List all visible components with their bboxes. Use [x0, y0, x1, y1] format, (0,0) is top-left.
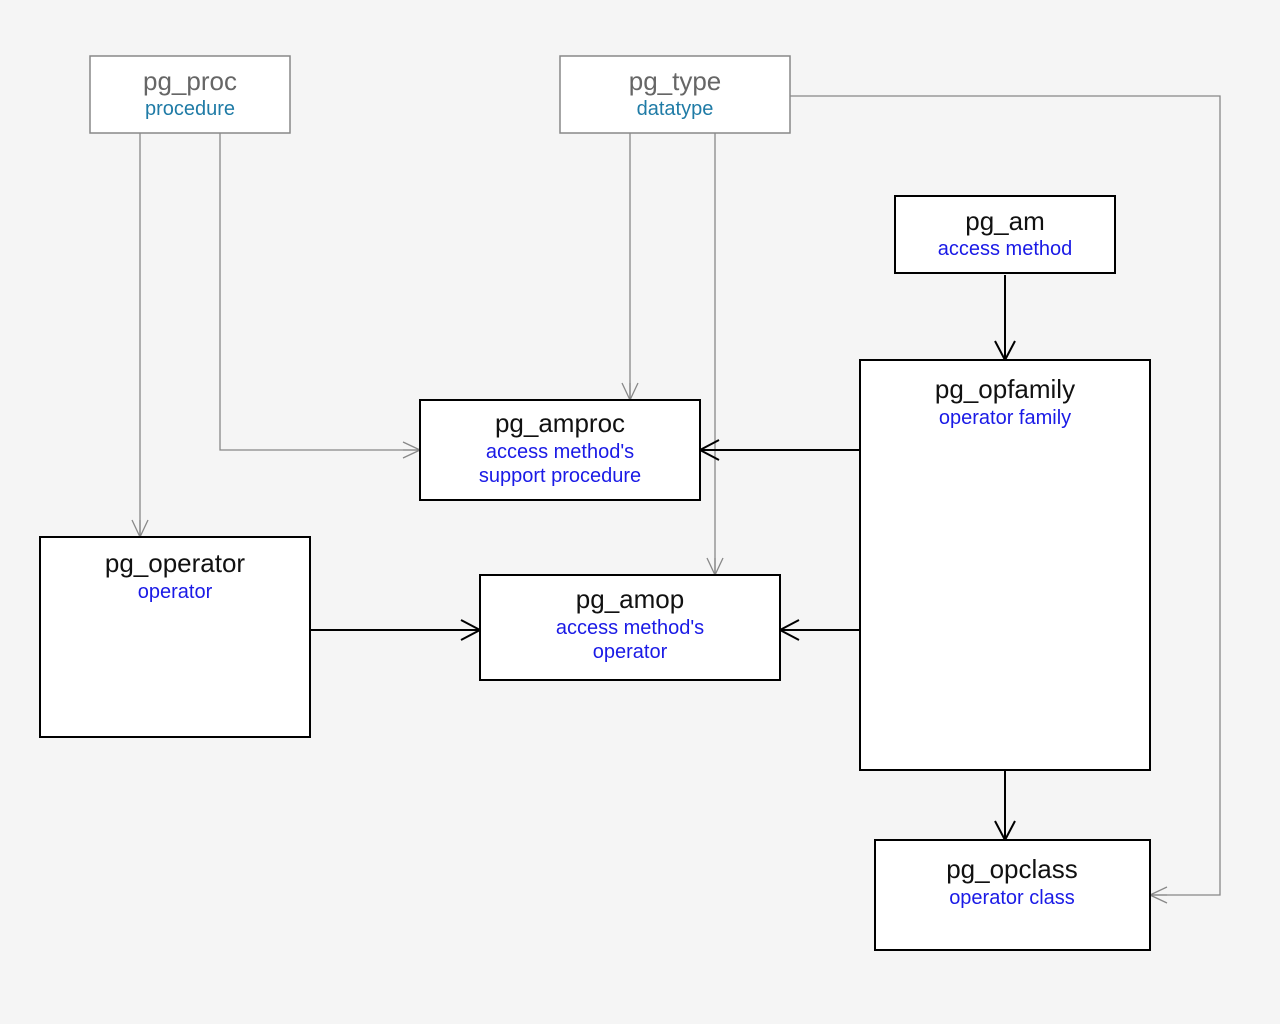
- rel-pgtype-pgamop: [707, 133, 723, 575]
- entity-title: pg_opfamily: [935, 374, 1075, 404]
- entity-subtitle: datatype: [637, 98, 714, 120]
- entity-pg-proc: pg_proc procedure: [90, 56, 290, 133]
- entity-pg-opclass: pg_opclass operator class: [875, 840, 1150, 950]
- er-diagram: pg_proc procedure pg_type datatype pg_am…: [0, 0, 1280, 1024]
- rel-pgam-pgopfamily: [995, 275, 1015, 360]
- entity-subtitle: procedure: [145, 98, 235, 120]
- entity-subtitle-2: operator: [593, 641, 668, 663]
- rel-pgopfamily-pgamproc: [700, 440, 860, 460]
- rel-pgopfamily-pgamop: [780, 620, 860, 640]
- entity-subtitle-1: access method's: [486, 441, 634, 463]
- entity-pg-type: pg_type datatype: [560, 56, 790, 133]
- rel-pgproc-pgoperator: [132, 133, 148, 537]
- entity-title: pg_operator: [105, 548, 246, 578]
- entity-subtitle: operator: [138, 581, 213, 603]
- entity-title: pg_amop: [576, 584, 684, 614]
- rel-pgopfamily-pgopclass: [995, 770, 1015, 840]
- rel-pgproc-pgamproc: [220, 133, 420, 458]
- entity-title: pg_am: [965, 206, 1045, 236]
- entity-title: pg_opclass: [946, 854, 1078, 884]
- entity-pg-opfamily: pg_opfamily operator family: [860, 360, 1150, 770]
- rel-pgtype-pgamproc: [622, 133, 638, 400]
- entity-subtitle: access method: [938, 238, 1073, 260]
- entity-pg-am: pg_am access method: [895, 196, 1115, 273]
- entity-pg-operator: pg_operator operator: [40, 537, 310, 737]
- entity-subtitle-2: support procedure: [479, 465, 641, 487]
- entity-title: pg_type: [629, 66, 722, 96]
- entity-subtitle: operator family: [939, 407, 1071, 429]
- entity-title: pg_proc: [143, 66, 237, 96]
- entity-pg-amproc: pg_amproc access method's support proced…: [420, 400, 700, 500]
- entity-pg-amop: pg_amop access method's operator: [480, 575, 780, 680]
- entity-subtitle: operator class: [949, 887, 1075, 909]
- entity-subtitle-1: access method's: [556, 617, 704, 639]
- rel-pgoperator-pgamop: [310, 620, 480, 640]
- entity-title: pg_amproc: [495, 408, 625, 438]
